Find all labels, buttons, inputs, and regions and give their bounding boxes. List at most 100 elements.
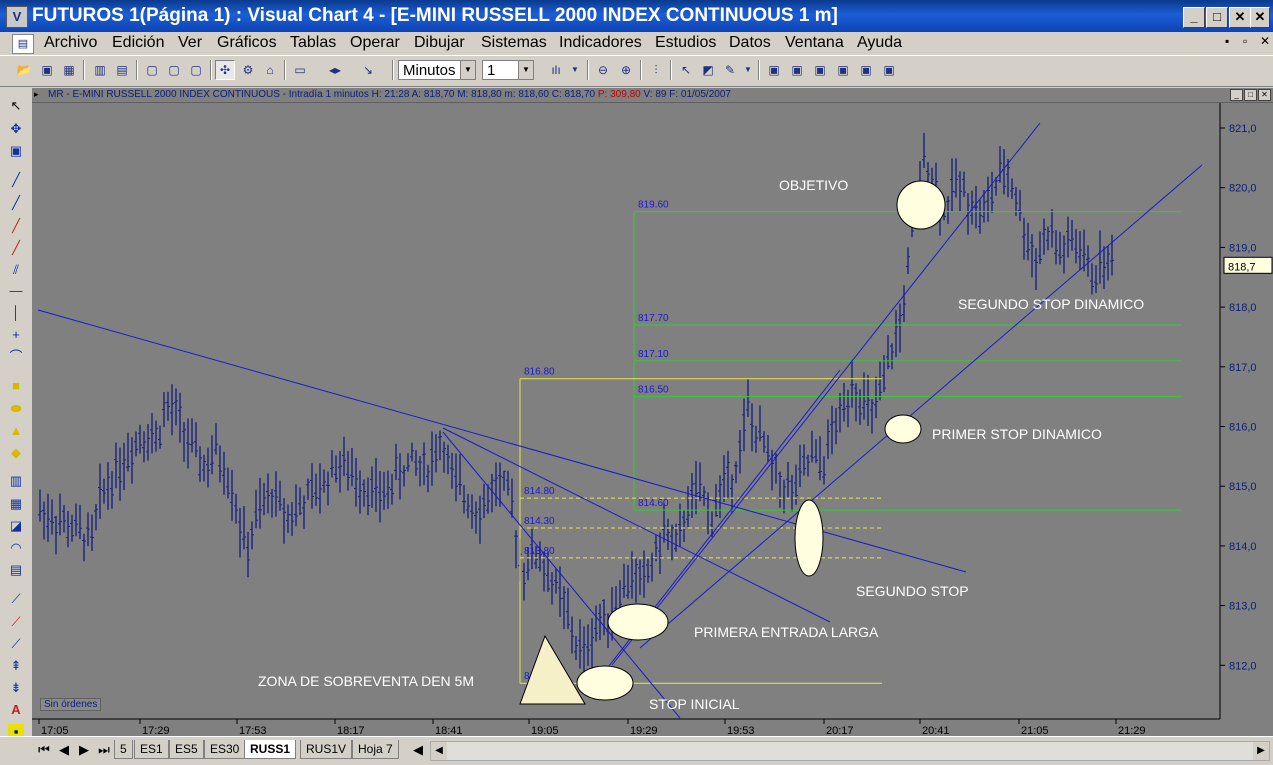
fibonacci-icon[interactable]: ▥	[8, 473, 24, 489]
regression-red-icon[interactable]: ⟋	[8, 614, 24, 630]
next-sheet-icon[interactable]: ▶	[76, 741, 92, 759]
chart-window[interactable]: 819.60 817.70 817.10 816.50 814.60 816.80 814.…	[32, 88, 1273, 736]
orders-status-badge[interactable]: Sin órdenes	[40, 698, 102, 711]
text-box-icon[interactable]: ▤	[8, 562, 24, 578]
window-1-icon[interactable]: ▣	[764, 60, 784, 80]
scroll-left-icon[interactable]: ◀	[431, 742, 447, 760]
open-folder-icon[interactable]: 📂	[14, 60, 34, 80]
cross-icon[interactable]: +	[8, 327, 24, 343]
window-5-icon[interactable]: ▣	[856, 60, 876, 80]
candle-chart-icon[interactable]: ▤	[112, 60, 132, 80]
menu-ver[interactable]: Ver	[178, 34, 202, 52]
frame-icon[interactable]: ▣	[8, 143, 24, 159]
bar-chart-icon[interactable]: ▥	[90, 60, 110, 80]
child-minimize-icon[interactable]: ▪	[1225, 34, 1229, 48]
window-6-icon[interactable]: ▣	[879, 60, 899, 80]
cursor-icon[interactable]: ↖	[676, 60, 696, 80]
zoom-out-icon[interactable]: ⊖	[593, 60, 613, 80]
menu-archivo[interactable]: Archivo	[44, 34, 97, 52]
crosshair-tool-icon[interactable]: ✣	[215, 60, 235, 80]
close-x-icon[interactable]: ✕	[1250, 7, 1270, 28]
trendline-dot-icon[interactable]: ╱	[8, 195, 24, 211]
price-chart[interactable]: 819.60 817.70 817.10 816.50 814.60 816.80 814.…	[32, 88, 1273, 736]
arrow-down-icon[interactable]: ⇟	[8, 680, 24, 696]
channel-icon[interactable]: ⫽	[8, 262, 24, 278]
tabs-scroll-icon[interactable]: ◀	[410, 741, 426, 759]
fibonacci-time-icon[interactable]: ▦	[8, 496, 24, 512]
chart-type-icon[interactable]: ılı	[543, 60, 569, 80]
menu-graficos[interactable]: Gráficos	[217, 34, 277, 52]
menu-operar[interactable]: Operar	[350, 34, 400, 52]
diamond-icon[interactable]: ◆	[8, 445, 24, 461]
tab-es5[interactable]: ES5	[169, 740, 204, 759]
tab-rus1v[interactable]: RUS1V	[300, 740, 353, 759]
chart-maximize-icon[interactable]: □	[1244, 89, 1257, 101]
last-sheet-icon[interactable]: ⏭	[96, 741, 112, 759]
move-icon[interactable]: ✥	[8, 121, 24, 137]
curve-icon[interactable]: ⌒	[8, 349, 24, 365]
chart-close-icon[interactable]: ✕	[1258, 89, 1271, 101]
arcs-icon[interactable]: ◠	[8, 540, 24, 556]
link-icon[interactable]: ⚙	[238, 60, 258, 80]
minimize-button[interactable]: _	[1183, 7, 1205, 28]
pen-color-icon[interactable]: ✎	[720, 60, 740, 80]
menu-dibujar[interactable]: Dibujar	[414, 34, 465, 52]
zoom-in-icon[interactable]: ⊕	[616, 60, 636, 80]
child-restore-icon[interactable]: ▫	[1243, 34, 1247, 48]
scroll-arrows-icon[interactable]: ◂▸	[313, 60, 357, 80]
scroll-right-icon[interactable]: ▶	[1253, 742, 1269, 760]
arrow-up-icon[interactable]: ⇞	[8, 658, 24, 674]
properties-icon[interactable]: ▭	[290, 60, 310, 80]
menu-sistemas[interactable]: Sistemas	[481, 34, 547, 52]
app-icon[interactable]: V	[6, 6, 28, 28]
text-tool-icon[interactable]: A	[8, 702, 24, 718]
menu-datos[interactable]: Datos	[729, 34, 771, 52]
prev-sheet-icon[interactable]: ◀	[56, 741, 72, 759]
ellipse-icon[interactable]: ⬬	[8, 401, 24, 417]
child-close-icon[interactable]: ✕	[1260, 34, 1270, 48]
window-3-icon[interactable]: ▣	[810, 60, 830, 80]
chevron-down-icon[interactable]: ▼	[742, 60, 754, 80]
tab-russ1[interactable]: RUSS1	[244, 740, 297, 759]
horizontal-scrollbar[interactable]: ◀ ▶	[430, 741, 1270, 761]
page-icon[interactable]: ▢	[164, 60, 184, 80]
tab-hoja-7[interactable]: Hoja 7	[352, 740, 399, 759]
new-page-icon[interactable]: ▢	[142, 60, 162, 80]
menu-indicadores[interactable]: Indicadores	[559, 34, 642, 52]
speed-lines-icon[interactable]: ⟋	[8, 636, 24, 652]
period-select[interactable]: Minutos ▼	[398, 60, 476, 80]
menu-ayuda[interactable]: Ayuda	[857, 34, 902, 52]
tab-es30[interactable]: ES30	[204, 740, 246, 759]
chart-minimize-icon[interactable]: _	[1230, 89, 1243, 101]
period-number-select[interactable]: 1 ▼	[482, 60, 534, 80]
horizontal-line-icon[interactable]: —	[8, 283, 24, 299]
menu-tablas[interactable]: Tablas	[290, 34, 336, 52]
ray-icon[interactable]: ╱	[8, 240, 24, 256]
chevron-down-icon[interactable]: ▼	[568, 60, 582, 80]
restore-button[interactable]: □	[1206, 7, 1228, 28]
bars-icon[interactable]: ⫶	[646, 60, 666, 80]
vertical-line-icon[interactable]: │	[8, 305, 24, 321]
rectangle-icon[interactable]: ■	[8, 378, 24, 394]
triangle-icon[interactable]: ▲	[8, 423, 24, 439]
regression-icon[interactable]: ⟋	[8, 591, 24, 607]
close-button[interactable]: ✕	[1229, 7, 1251, 28]
tab-5[interactable]: 5	[114, 740, 133, 759]
collapse-icon[interactable]: ▸	[34, 89, 39, 100]
home-icon[interactable]: ⌂	[260, 60, 280, 80]
tab-es1[interactable]: ES1	[134, 740, 169, 759]
gann-icon[interactable]: ◪	[8, 518, 24, 534]
menu-estudios[interactable]: Estudios	[655, 34, 716, 52]
page-grid-icon[interactable]: ▢	[186, 60, 206, 80]
window-4-icon[interactable]: ▣	[833, 60, 853, 80]
trendline-icon[interactable]: ╱	[8, 172, 24, 188]
chart-doc-icon[interactable]: ▤	[12, 34, 34, 54]
window-2-icon[interactable]: ▣	[787, 60, 807, 80]
menu-ventana[interactable]: Ventana	[785, 34, 844, 52]
save-all-icon[interactable]: ▦	[59, 60, 79, 80]
first-sheet-icon[interactable]: ⏮	[36, 741, 52, 759]
save-icon[interactable]: ▣	[37, 60, 57, 80]
cursor-arrow-icon[interactable]: ↘	[358, 60, 378, 80]
pointer-icon[interactable]: ↖	[8, 98, 24, 114]
menu-edicion[interactable]: Edición	[112, 34, 164, 52]
